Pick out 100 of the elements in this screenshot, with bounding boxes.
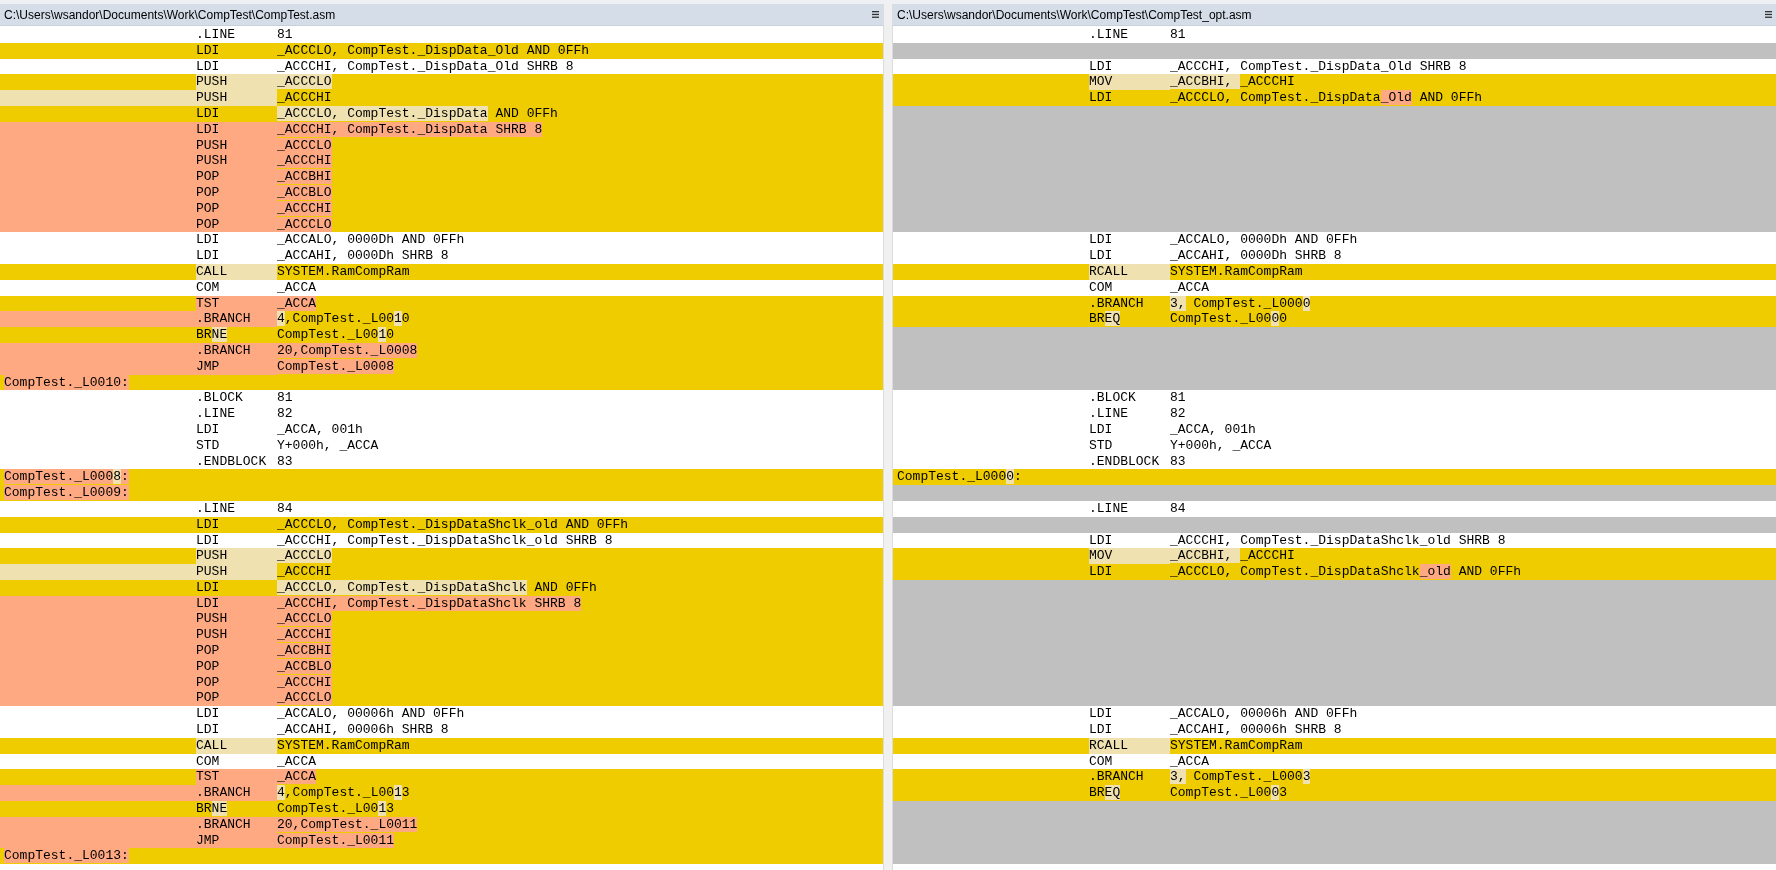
opcode-cell: POP	[196, 643, 277, 659]
opcode-cell-text: STD	[196, 437, 221, 454]
operand-text: SYSTEM.RamCompRam	[277, 263, 410, 280]
operand-text: _ACCCHI, CompTest._DispDataShclk_old SHRB 8	[277, 532, 613, 549]
operand-text: 83	[277, 453, 293, 470]
opcode-cell: MOV	[1089, 74, 1170, 91]
opcode-cell-text: LDI	[196, 248, 221, 264]
operand-text: 81	[1170, 27, 1186, 43]
opcode-cell: PUSH	[196, 627, 277, 644]
opcode-cell-text: LDI	[1089, 421, 1114, 438]
operand-text: CompTest._L0003	[1170, 785, 1288, 802]
operand-text: _ACCCLO	[277, 548, 332, 565]
operand-text: _ACCCLO, CompTest._DispData_Old AND 0FFh	[277, 42, 590, 59]
opcode-cell-text: LDI	[196, 232, 221, 249]
operand-text: 81	[277, 390, 293, 407]
operand-text: _ACCCHI	[277, 153, 332, 170]
opcode-cell-text: LDI	[1089, 232, 1114, 249]
opcode-cell-text: LDI	[1089, 90, 1114, 106]
operand-text: 82	[1170, 406, 1186, 422]
menu-icon[interactable]	[872, 11, 879, 18]
operand-text: _ACCCHI	[277, 90, 332, 106]
opcode-cell-text: LDI	[1089, 532, 1114, 549]
opcode-cell-text: .BRANCH	[1089, 769, 1145, 786]
operand-text: _ACCCLO, CompTest._DispDataShclk_old AND 0FFh	[1170, 564, 1522, 580]
operand-text: _ACCA	[1170, 753, 1209, 770]
menu-icon[interactable]	[1765, 11, 1772, 18]
operand-text: _ACCCLO, CompTest._DispDataShclk_old AND 0FFh	[277, 516, 629, 533]
opcode-cell: PUSH	[196, 74, 277, 91]
operand-text: _ACCCLO	[277, 690, 332, 707]
operand-text: SYSTEM.RamCompRam	[1170, 737, 1303, 754]
opcode-cell-text: .LINE	[196, 500, 236, 517]
operand-text: 84	[277, 500, 293, 517]
operand-text: _ACCAHI, 0000Dh SHRB 8	[277, 248, 449, 264]
operand-text: _ACCCHI	[277, 627, 332, 644]
operand-text: _ACCCLO	[277, 611, 332, 628]
opcode-cell: POP	[196, 169, 277, 185]
operand-text: CompTest._L0013	[277, 801, 395, 817]
operand-text: CompTest._L0000	[1170, 311, 1288, 328]
opcode-cell-text: COM	[1089, 753, 1114, 770]
operand-text: Y+000h, _ACCA	[1170, 437, 1272, 454]
opcode-cell-text: LDI	[1089, 722, 1114, 738]
opcode-cell-text: COM	[196, 279, 221, 296]
operand-text: _ACCCLO, CompTest._DispData_Old AND 0FFh	[1170, 90, 1483, 106]
operand-text: 3, CompTest._L0003	[1170, 769, 1311, 786]
opcode-cell: TST	[196, 769, 277, 786]
opcode-cell-text: LDI	[196, 42, 221, 59]
operand-text: _ACCA, 001h	[277, 421, 363, 438]
operand-text: _ACCCHI, CompTest._DispDataShclk_old SHRB 8	[1170, 532, 1506, 549]
opcode-cell-text: BREQ	[1089, 785, 1122, 802]
opcode-cell-text: .BRANCH	[1089, 295, 1145, 312]
opcode-cell-text: COM	[1089, 279, 1114, 296]
opcode-cell-text: LDI	[1089, 58, 1114, 75]
code-label: CompTest._L0009:	[4, 485, 129, 501]
opcode-cell-text: BREQ	[1089, 311, 1122, 328]
operand-text: 81	[277, 27, 293, 43]
operand-text: _ACCBHI	[277, 643, 332, 659]
opcode-cell-text: .BLOCK	[1089, 390, 1137, 407]
opcode-cell-text: LDI	[196, 106, 221, 122]
code-label: CompTest._L0013:	[4, 848, 129, 864]
opcode-cell-text: LDI	[196, 516, 221, 533]
operand-text: _ACCAHI, 00006h SHRB 8	[1170, 722, 1342, 738]
opcode-cell-text: LDI	[1089, 564, 1114, 580]
opcode-cell-text: STD	[1089, 437, 1114, 454]
operand-text: _ACCAHI, 00006h SHRB 8	[277, 722, 449, 738]
opcode-cell-text: LDI	[196, 579, 221, 596]
operand-text: 82	[277, 406, 293, 422]
code-label: CompTest._L0000:	[897, 469, 1022, 485]
opcode-cell-text: LDI	[1089, 248, 1114, 264]
operand-text: _ACCCHI, CompTest._DispData_Old SHRB 8	[277, 58, 574, 75]
opcode-cell-text: .ENDBLOCK	[196, 453, 268, 470]
operand-text: SYSTEM.RamCompRam	[1170, 263, 1303, 280]
opcode-cell: POP	[196, 690, 277, 707]
operand-text: Y+000h, _ACCA	[277, 437, 379, 454]
opcode-cell-text: .LINE	[1089, 500, 1129, 517]
opcode-cell: MOV	[1089, 548, 1170, 565]
code-label: CompTest._L0008:	[4, 469, 129, 485]
opcode-cell: .BRANCH	[196, 311, 277, 328]
operand-text: _ACCALO, 00006h AND 0FFh	[1170, 706, 1358, 723]
opcode-cell-text: .LINE	[1089, 406, 1129, 422]
opcode-cell-text: LDI	[196, 58, 221, 75]
opcode-cell-text: LDI	[196, 532, 221, 549]
operand-text: _ACCBHI, _ACCCHI	[1170, 548, 1295, 565]
operand-text: _ACCALO, 0000Dh AND 0FFh	[277, 232, 465, 249]
operand-text: _ACCA	[277, 769, 316, 786]
operand-text: _ACCBHI	[277, 169, 332, 185]
operand-text: _ACCA, 001h	[1170, 421, 1256, 438]
opcode-cell-text: BRNE	[196, 801, 229, 817]
opcode-cell: PUSH	[196, 611, 277, 628]
opcode-cell-text: .BLOCK	[196, 390, 244, 407]
file-path-title: C:\Users\wsandor\Documents\Work\CompTest\CompTest.asm	[4, 6, 336, 24]
opcode-cell: PUSH	[196, 90, 277, 106]
operand-text: 84	[1170, 500, 1186, 517]
operand-text: _ACCA	[277, 753, 316, 770]
opcode-cell-text: LDI	[196, 706, 221, 723]
operand-text: _ACCCLO	[277, 74, 332, 91]
opcode-cell: .BRANCH	[196, 785, 277, 802]
opcode-cell: PUSH	[196, 548, 277, 565]
operand-text: _ACCA	[277, 279, 316, 296]
operand-text: _ACCCHI, CompTest._DispData_Old SHRB 8	[1170, 58, 1467, 75]
operand-text: 81	[1170, 390, 1186, 407]
